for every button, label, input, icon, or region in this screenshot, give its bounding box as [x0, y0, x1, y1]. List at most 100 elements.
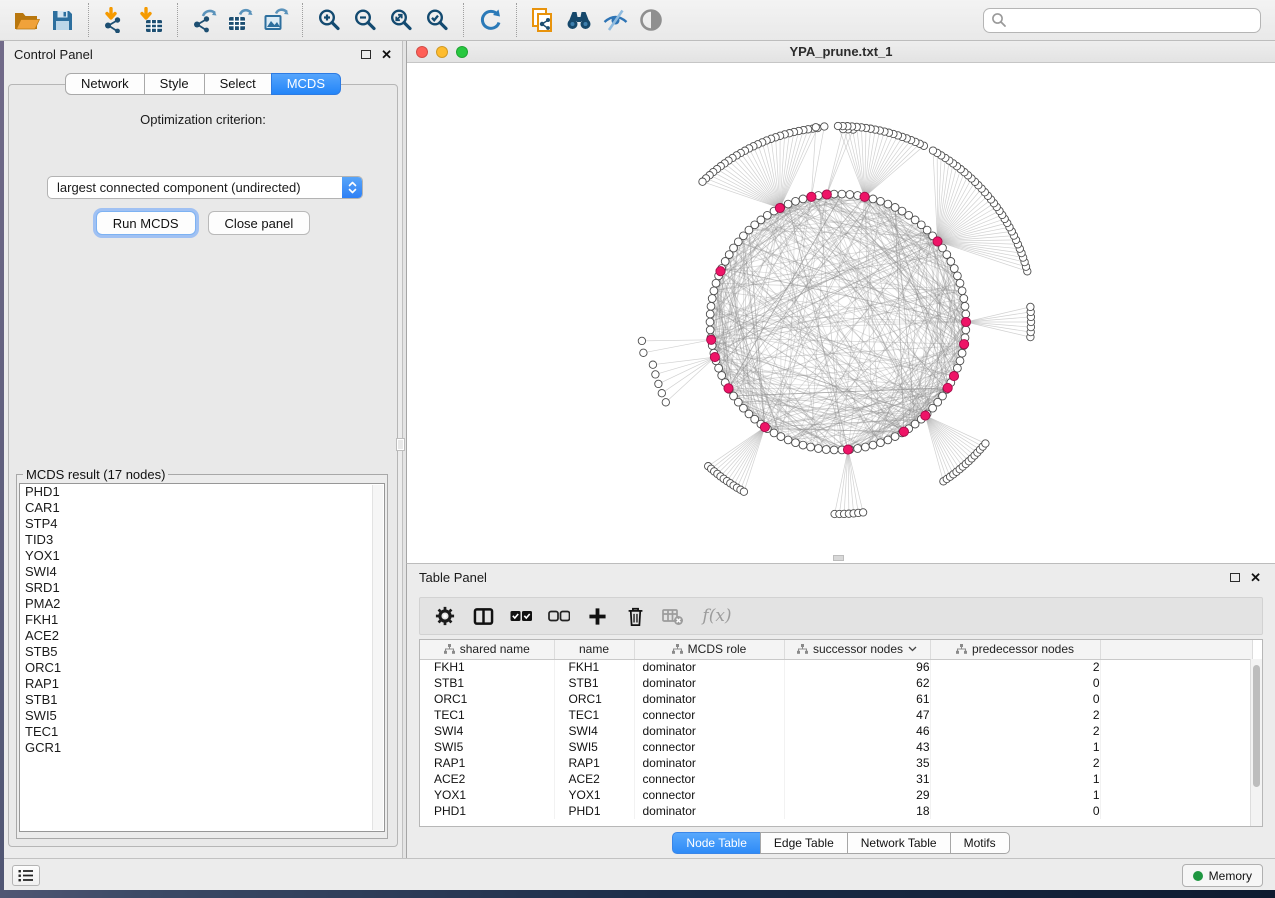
table-cell[interactable]: RAP1 — [554, 755, 634, 771]
graph-hub-node[interactable] — [807, 192, 816, 201]
table-row[interactable]: SWI4SWI4dominator462 — [420, 723, 1252, 739]
table-cell[interactable]: SWI4 — [554, 723, 634, 739]
table-row[interactable]: ACE2ACE2connector311 — [420, 771, 1252, 787]
table-cell[interactable]: 2 — [930, 659, 1100, 675]
graph-hub-node[interactable] — [943, 383, 952, 392]
graph-node[interactable] — [961, 302, 969, 310]
mcds-result-item[interactable]: STB1 — [20, 692, 384, 708]
graph-node[interactable] — [706, 318, 714, 326]
graph-node[interactable] — [838, 190, 846, 198]
graph-hub-node[interactable] — [710, 353, 719, 362]
tab-node-table[interactable]: Node Table — [672, 832, 761, 854]
table-cell[interactable]: 96 — [784, 659, 930, 675]
memory-button[interactable]: Memory — [1182, 864, 1263, 887]
graph-hub-node[interactable] — [707, 335, 716, 344]
table-row[interactable]: PHD1PHD1dominator180 — [420, 803, 1252, 819]
refresh-view-button[interactable] — [472, 2, 508, 38]
table-cell[interactable]: 0 — [930, 691, 1100, 707]
graph-node[interactable] — [962, 326, 970, 334]
column-header-name[interactable]: name — [554, 640, 634, 659]
close-panel-icon[interactable]: ✕ — [381, 48, 392, 61]
graph-node[interactable] — [706, 310, 714, 318]
table-scrollbar[interactable] — [1250, 659, 1262, 826]
column-header-predecessor-nodes[interactable]: predecessor nodes — [930, 640, 1100, 659]
mcds-result-item[interactable]: ORC1 — [20, 660, 384, 676]
graph-node[interactable] — [1027, 303, 1034, 310]
graph-node[interactable] — [859, 509, 866, 516]
mcds-result-item[interactable]: PMA2 — [20, 596, 384, 612]
graph-node[interactable] — [982, 440, 989, 447]
table-cell[interactable]: connector — [634, 771, 784, 787]
table-cell[interactable]: 35 — [784, 755, 930, 771]
graph-node[interactable] — [652, 371, 659, 378]
close-mcds-panel-button[interactable]: Close panel — [208, 211, 311, 235]
graph-node[interactable] — [884, 436, 892, 444]
save-session-button[interactable] — [44, 2, 80, 38]
table-cell[interactable]: 1 — [930, 771, 1100, 787]
deselect-all-button[interactable] — [546, 602, 572, 630]
table-cell[interactable]: PHD1 — [554, 803, 634, 819]
table-cell[interactable]: PHD1 — [420, 803, 554, 819]
graph-node[interactable] — [649, 361, 656, 368]
select-all-button[interactable] — [508, 602, 534, 630]
network-canvas[interactable] — [407, 63, 1275, 563]
add-column-button[interactable] — [584, 602, 610, 630]
tab-network-table[interactable]: Network Table — [847, 832, 951, 854]
table-cell[interactable]: SWI5 — [420, 739, 554, 755]
graph-node[interactable] — [956, 357, 964, 365]
mcds-result-item[interactable]: FKH1 — [20, 612, 384, 628]
table-cell[interactable]: dominator — [634, 755, 784, 771]
table-cell[interactable]: 1 — [930, 787, 1100, 803]
graph-node[interactable] — [658, 390, 665, 397]
table-cell[interactable]: connector — [634, 707, 784, 723]
graph-node[interactable] — [869, 441, 877, 449]
mcds-result-item[interactable]: RAP1 — [20, 676, 384, 692]
table-cell[interactable]: 62 — [784, 675, 930, 691]
graph-node[interactable] — [638, 337, 645, 344]
graph-hub-node[interactable] — [949, 372, 958, 381]
table-cell[interactable]: dominator — [634, 659, 784, 675]
table-cell[interactable]: ACE2 — [420, 771, 554, 787]
table-cell[interactable]: RAP1 — [420, 755, 554, 771]
export-network-button[interactable] — [186, 2, 222, 38]
tab-motifs[interactable]: Motifs — [950, 832, 1010, 854]
table-scrollbar-thumb[interactable] — [1253, 665, 1260, 787]
graph-node[interactable] — [815, 445, 823, 453]
table-cell[interactable]: SWI4 — [420, 723, 554, 739]
graph-node[interactable] — [706, 326, 714, 334]
mcds-result-item[interactable]: GCR1 — [20, 740, 384, 756]
graph-node[interactable] — [715, 364, 723, 372]
graph-hub-node[interactable] — [843, 445, 852, 454]
table-cell[interactable]: dominator — [634, 691, 784, 707]
table-cell[interactable]: SWI5 — [554, 739, 634, 755]
table-cell[interactable]: dominator — [634, 723, 784, 739]
show-graphics-details-button[interactable] — [633, 2, 669, 38]
graph-node[interactable] — [960, 295, 968, 303]
mcds-result-item[interactable]: STB5 — [20, 644, 384, 660]
mcds-result-item[interactable]: SRD1 — [20, 580, 384, 596]
table-cell[interactable]: ORC1 — [554, 691, 634, 707]
table-cell[interactable]: dominator — [634, 675, 784, 691]
graph-node[interactable] — [891, 204, 899, 212]
criterion-dropdown[interactable]: largest connected component (undirected) — [47, 176, 363, 199]
table-cell[interactable]: 2 — [930, 723, 1100, 739]
table-cell[interactable]: 31 — [784, 771, 930, 787]
table-cell[interactable]: 18 — [784, 803, 930, 819]
graph-hub-node[interactable] — [961, 317, 970, 326]
graph-node[interactable] — [662, 399, 669, 406]
mcds-result-list[interactable]: PHD1CAR1STP4TID3YOX1SWI4SRD1PMA2FKH1ACE2… — [19, 483, 385, 832]
graph-hub-node[interactable] — [921, 411, 930, 420]
graph-hub-node[interactable] — [775, 203, 784, 212]
graph-node[interactable] — [712, 279, 720, 287]
search-input[interactable] — [1007, 10, 1260, 31]
graph-node[interactable] — [846, 191, 854, 199]
graph-node[interactable] — [740, 488, 747, 495]
graph-hub-node[interactable] — [899, 427, 908, 436]
graph-node[interactable] — [792, 439, 800, 447]
graph-node[interactable] — [707, 302, 715, 310]
table-settings-button[interactable] — [432, 602, 458, 630]
table-row[interactable]: FKH1FKH1dominator962 — [420, 659, 1252, 675]
column-header-mcds-role[interactable]: MCDS role — [634, 640, 784, 659]
graph-node[interactable] — [834, 122, 841, 129]
mcds-result-item[interactable]: TID3 — [20, 532, 384, 548]
